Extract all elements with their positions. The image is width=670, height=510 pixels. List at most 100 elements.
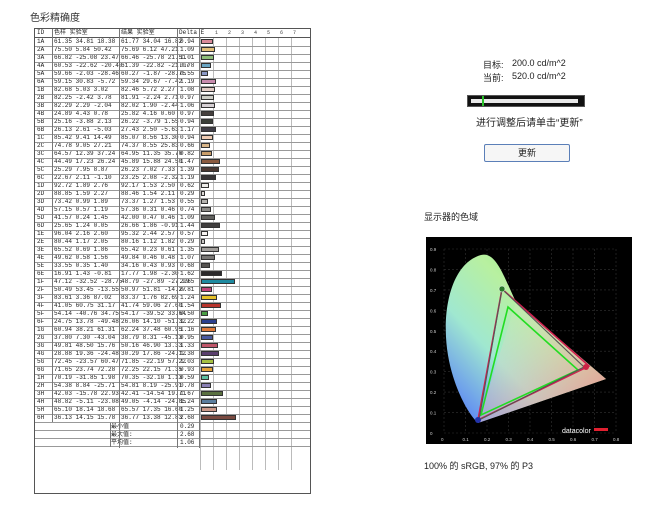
row-divider xyxy=(35,358,310,359)
cell-ref: 74.78 9.05 27.21 xyxy=(54,142,112,149)
column-divider xyxy=(52,29,53,422)
delta-e-bar xyxy=(201,327,217,332)
scale-tick: 3 xyxy=(241,30,245,36)
cell-id: 5F xyxy=(37,310,45,317)
delta-e-bar xyxy=(201,359,215,364)
current-value: 520.0 cd/m^2 xyxy=(512,71,566,81)
cell-id: 2G xyxy=(37,334,45,341)
cell-ref: 73.42 0.99 1.89 xyxy=(54,198,109,205)
table-row: 1D 92.72 1.89 2.76 92.17 1.53 2.50 0.62 xyxy=(35,182,310,190)
cell-res: 72.25 22.15 71.35 xyxy=(121,366,183,373)
cell-ref: 96.04 2.16 2.60 xyxy=(54,230,109,237)
row-divider xyxy=(35,190,310,191)
cell-ref: 61.35 34.81 18.38 xyxy=(54,38,116,45)
delta-e-bar xyxy=(201,159,221,164)
cell-id: 1E xyxy=(37,230,45,237)
cell-de: 1.03 xyxy=(180,358,195,365)
cell-de: 0.97 xyxy=(180,94,195,101)
row-divider xyxy=(35,134,310,135)
delta-e-bar xyxy=(201,391,223,396)
row-divider xyxy=(35,62,310,63)
cell-ref: 75.50 5.84 50.42 xyxy=(54,46,112,53)
gamut-chart: 0 0.1 0.2 0.3 0.4 0.5 0.6 0.7 0.8 0.9 0.8 0.7 0.6 0.5… xyxy=(426,237,632,444)
table-row: 4C 44.49 17.23 26.24 45.89 15.88 24.50 1.47 xyxy=(35,158,310,166)
table-row: 5G 72.45 -23.57 60.47 71.85 -22.19 57.22 1.… xyxy=(35,358,310,366)
cell-ref: 22.67 2.11 -1.10 xyxy=(54,174,112,181)
cell-res: 41.74 59.06 27.60 xyxy=(121,302,183,309)
gamut-title: 显示器的色域 xyxy=(424,212,479,222)
cell-id: 6E xyxy=(37,270,45,277)
cell-id: 3H xyxy=(37,390,45,397)
row-divider xyxy=(35,398,310,399)
delta-e-bar xyxy=(201,343,219,348)
gamut-x-tick: 0.2 xyxy=(484,437,491,442)
header-id: ID xyxy=(37,29,45,36)
brand-logo: datacolor xyxy=(562,428,591,435)
row-divider xyxy=(35,406,310,407)
cell-res: 23.25 2.08 -2.32 xyxy=(121,174,179,181)
update-button[interactable]: 更新 xyxy=(484,144,570,162)
row-divider xyxy=(35,270,310,271)
cell-id: 4C xyxy=(37,158,45,165)
row-divider xyxy=(35,414,310,415)
table-row: 5A 59.66 -2.03 -28.46 60.27 -1.87 -28.75 0.… xyxy=(35,70,310,78)
cell-id: 6B xyxy=(37,126,45,133)
cell-res: 81.91 -2.24 2.71 xyxy=(121,94,179,101)
table-row: 4H 48.82 -5.11 -23.08 49.05 -4.14 -24.85 1.… xyxy=(35,398,310,406)
cell-de: 1.19 xyxy=(180,78,195,85)
color-accuracy-table: ID 色样 实验室 结果 实验室 Delta E 1 2 3 4 5 6 7 1A 61.35 34.8… xyxy=(34,28,311,494)
table-row: 4F 41.05 60.75 31.17 41.74 59.06 27.60 1.54 xyxy=(35,302,310,310)
cell-ref: 92.72 1.89 2.76 xyxy=(54,182,109,189)
cell-de: 0.81 xyxy=(180,286,195,293)
cell-ref: 82.68 5.03 3.02 xyxy=(54,86,109,93)
delta-e-bar xyxy=(201,71,209,76)
cell-id: 1D xyxy=(37,182,45,189)
cell-de: 0.59 xyxy=(180,374,195,381)
row-divider xyxy=(35,86,310,87)
update-hint: 进行调整后请单击“更新” xyxy=(476,118,583,129)
cell-de: 2.65 xyxy=(180,278,195,285)
table-row: 4G 28.88 19.36 -24.48 30.29 17.86 -24.12 1.… xyxy=(35,350,310,358)
cell-res: 92.17 1.53 2.50 xyxy=(121,182,176,189)
delta-e-bar xyxy=(201,295,218,300)
row-divider xyxy=(35,238,310,239)
row-divider xyxy=(35,174,310,175)
cell-de: 0.95 xyxy=(180,334,195,341)
row-divider xyxy=(35,334,310,335)
brand-logo-bar xyxy=(594,428,608,431)
cell-id: 2A xyxy=(37,46,45,53)
cell-res: 27.43 2.50 -5.63 xyxy=(121,126,179,133)
delta-e-bar xyxy=(201,39,214,44)
table-row: 3G 49.81 48.50 15.76 50.16 46.90 13.33 1.33 xyxy=(35,342,310,350)
gamut-x-tick: 0.7 xyxy=(592,437,599,442)
cell-res: 80.16 1.12 1.82 xyxy=(121,238,176,245)
row-divider xyxy=(35,254,310,255)
gamut-x-tick: 0.8 xyxy=(613,437,620,442)
row-divider xyxy=(35,37,310,38)
delta-e-bar xyxy=(201,255,215,260)
delta-e-bar xyxy=(201,175,217,180)
scale-tick: 7 xyxy=(293,30,297,36)
row-divider xyxy=(35,382,310,383)
header-reference: 色样 实验室 xyxy=(54,29,88,36)
delta-e-bar xyxy=(201,87,216,92)
delta-e-bar xyxy=(201,271,223,276)
row-divider xyxy=(35,150,310,151)
cell-res: 57.36 0.31 0.46 xyxy=(121,206,176,213)
page-title: 色彩精确度 xyxy=(30,13,80,24)
cell-id: 5C xyxy=(37,166,45,173)
row-divider xyxy=(35,206,310,207)
row-divider xyxy=(35,70,310,71)
cell-id: 2B xyxy=(37,94,45,101)
column-divider xyxy=(119,29,120,448)
row-divider xyxy=(35,230,310,231)
row-divider xyxy=(35,54,310,55)
row-divider xyxy=(35,262,310,263)
header-result: 结果 实验室 xyxy=(121,29,155,36)
cell-res: 65.57 17.35 16.60 xyxy=(121,406,183,413)
cell-res: 73.37 1.27 1.53 xyxy=(121,198,176,205)
gamut-y-tick: 0.5 xyxy=(430,329,437,334)
delta-e-bar xyxy=(201,95,214,100)
gamut-x-tick: 0 xyxy=(441,437,444,442)
cell-id: 3A xyxy=(37,54,45,61)
